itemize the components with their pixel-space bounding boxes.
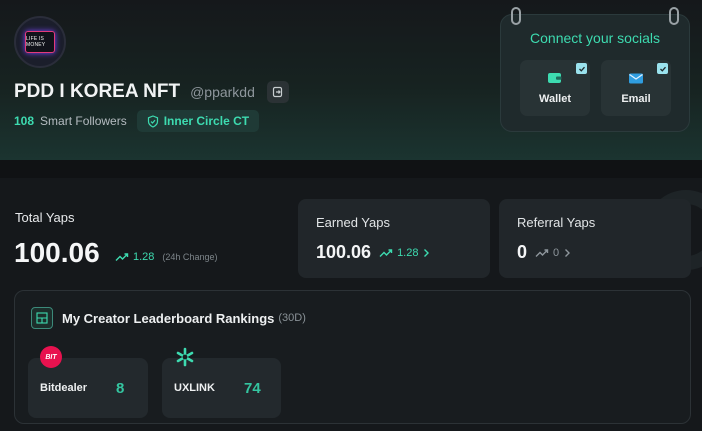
referral-yaps-label: Referral Yaps [517,215,596,230]
bitdealer-logo-icon: BIT [40,346,62,368]
total-yaps-change-note: (24h Change) [162,252,218,262]
chevron-right-icon [424,248,430,257]
leaderboard-title: My Creator Leaderboard Rankings [62,310,275,326]
smart-followers-count[interactable]: 108 [14,114,34,128]
inner-circle-badge[interactable]: Inner Circle CT [136,110,260,132]
ranking-name: UXLINK [174,382,215,394]
connect-socials-panel: Connect your socials Wallet Email [500,7,690,132]
earned-yaps-change: 1.28 [379,247,430,259]
earned-yaps-row: 100.06 1.28 [316,242,430,263]
badge-label: Inner Circle CT [163,114,250,128]
shield-icon [147,114,158,128]
total-yaps-change-value: 1.28 [133,251,155,263]
display-name: PDD I KOREA NFT [14,81,181,102]
referral-yaps-row: 0 0 [517,242,571,263]
binder-ring-icon [511,7,521,25]
referral-yaps-change: 0 [535,247,571,259]
bitdealer-logo-text: BIT [45,353,57,361]
wallet-label: Wallet [539,93,571,105]
email-label: Email [621,92,651,105]
uxlink-logo-icon [174,346,196,368]
avatar-image-text: LIFE IS MONEY [25,31,55,53]
share-button[interactable] [266,81,289,103]
check-icon [657,63,668,74]
leaderboard-icon [31,307,53,329]
total-yaps-label: Total Yaps [15,210,75,225]
ranking-name: Bitdealer [40,382,88,394]
ranking-card-uxlink[interactable]: UXLINK 74 [162,347,281,418]
wallet-connect-button[interactable]: Wallet [520,60,590,116]
email-icon [629,73,643,83]
user-handle: @pparkdd [190,84,255,100]
earned-yaps-card[interactable]: Earned Yaps 100.06 1.28 [298,199,490,278]
trend-up-icon [115,253,129,261]
email-connect-button[interactable]: Email [601,60,671,116]
avatar[interactable]: LIFE IS MONEY [14,16,66,68]
ranking-card-bitdealer[interactable]: BIT Bitdealer 8 [28,346,148,418]
share-icon [272,86,282,98]
chevron-right-icon [565,248,571,257]
smart-followers-label[interactable]: Smart Followers [40,114,127,128]
leaderboard-period: (30D) [278,312,306,324]
referral-yaps-card[interactable]: Referral Yaps 0 0 [499,199,691,278]
wallet-icon [548,73,562,83]
trend-up-icon [379,248,393,257]
binder-ring-icon [669,7,679,25]
referral-yaps-change-value: 0 [553,246,560,259]
total-yaps-value: 100.06 [14,237,100,268]
leaderboard-title-row: My Creator Leaderboard Rankings (30D) [31,307,306,329]
earned-yaps-label: Earned Yaps [316,215,390,230]
ranking-value: 8 [116,380,125,397]
earned-yaps-value: 100.06 [316,242,372,262]
section-divider [0,160,702,178]
trend-up-icon [535,248,549,257]
leaderboard-rankings-panel: My Creator Leaderboard Rankings (30D) BI… [14,290,691,424]
followers-row: 108 Smart Followers Inner Circle CT [14,110,260,132]
earned-yaps-change-value: 1.28 [397,246,419,259]
referral-yaps-value: 0 [517,242,528,262]
name-row: PDD I KOREA NFT @pparkdd [14,81,289,103]
profile-header: LIFE IS MONEY PDD I KOREA NFT @pparkdd 1… [0,0,702,160]
ranking-value: 74 [244,380,261,397]
check-icon [576,63,587,74]
total-yaps-change: 1.28 (24h Change) [115,251,217,263]
connect-socials-title: Connect your socials [530,30,660,46]
